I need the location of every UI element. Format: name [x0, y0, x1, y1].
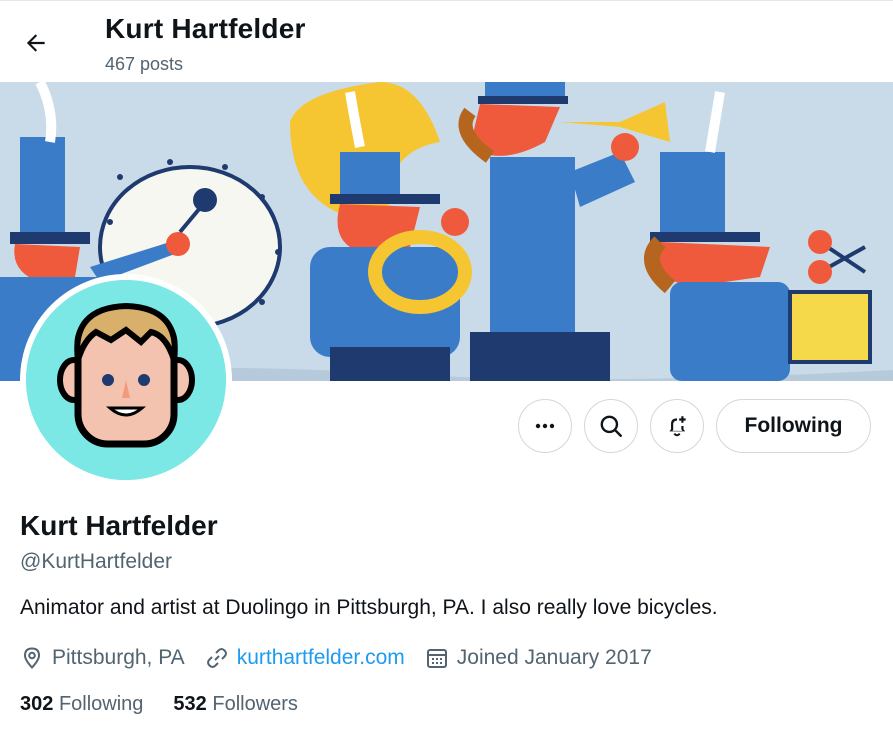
more-icon	[535, 423, 555, 429]
location: Pittsburgh, PA	[20, 646, 185, 670]
location-text: Pittsburgh, PA	[52, 646, 185, 669]
header-title: Kurt Hartfelder	[105, 13, 306, 44]
calendar-icon	[426, 649, 447, 668]
profile-bio: Animator and artist at Duolingo in Pitts…	[20, 596, 718, 619]
profile-name: Kurt Hartfelder	[20, 510, 218, 541]
profile-handle: @KurtHartfelder	[20, 550, 173, 573]
bell-plus-icon	[669, 416, 686, 437]
followers-count: 532	[173, 693, 207, 715]
followers-label: Followers	[212, 693, 298, 715]
back-arrow-icon	[26, 34, 45, 52]
post-count: 467 posts	[105, 54, 184, 74]
join-date: Joined January 2017	[425, 646, 652, 670]
profile-meta: Pittsburgh, PA kurthartfelder.com Joined…	[20, 644, 672, 672]
avatar[interactable]	[20, 274, 232, 486]
notifications-button[interactable]	[650, 399, 704, 453]
top-bar: Kurt Hartfelder 467 posts	[0, 0, 893, 83]
link-icon	[206, 648, 227, 668]
search-icon	[600, 415, 622, 437]
following-stat[interactable]: 302 Following	[20, 693, 143, 716]
back-button[interactable]	[14, 23, 58, 63]
join-date-text: Joined January 2017	[456, 646, 652, 669]
website[interactable]: kurthartfelder.com	[205, 646, 405, 670]
location-icon	[23, 647, 41, 669]
following-count: 302	[20, 693, 54, 715]
website-link[interactable]: kurthartfelder.com	[237, 646, 405, 670]
more-button[interactable]	[518, 399, 572, 453]
profile-actions: Following	[0, 399, 893, 453]
following-button[interactable]: Following	[716, 399, 871, 453]
search-button[interactable]	[584, 399, 638, 453]
followers-stat[interactable]: 532 Followers	[173, 693, 298, 716]
profile-stats: 302 Following 532 Followers	[20, 693, 328, 716]
following-label: Following	[58, 693, 144, 715]
